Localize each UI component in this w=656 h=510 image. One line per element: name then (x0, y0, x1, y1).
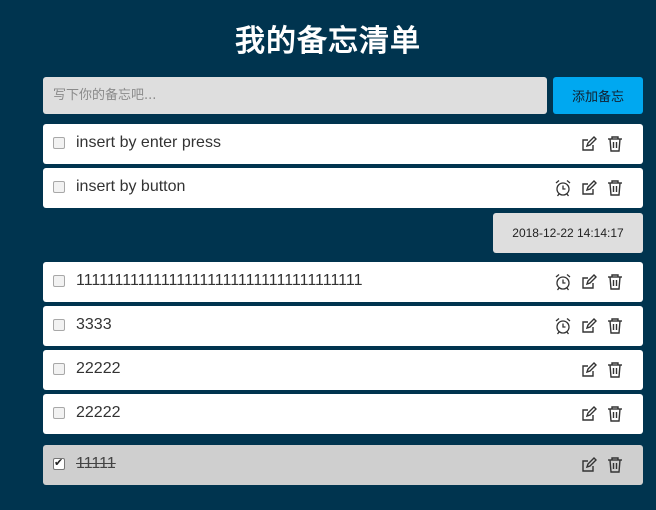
memo-text: insert by button (76, 178, 186, 195)
add-memo-button[interactable]: 添加备忘 (553, 77, 643, 114)
memo-checkbox[interactable] (53, 456, 65, 470)
edit-icon[interactable] (580, 405, 598, 423)
memo-text: 11111 (76, 455, 116, 472)
memo-text: 1111111111111111111111111111111111111 (76, 272, 363, 289)
add-memo-row: 添加备忘 (43, 77, 643, 114)
edit-icon[interactable] (580, 273, 598, 291)
memo-checkbox[interactable] (53, 137, 65, 149)
edit-icon[interactable] (580, 361, 598, 379)
page-title: 我的备忘清单 (235, 24, 421, 59)
memo-checkbox[interactable] (53, 319, 65, 331)
edit-icon[interactable] (580, 179, 598, 197)
memo-item: 3333 (43, 306, 643, 346)
trash-icon[interactable] (606, 317, 624, 335)
memo-text: 3333 (76, 316, 112, 333)
memo-item: 22222 (43, 394, 643, 434)
memo-checkbox[interactable] (53, 181, 65, 193)
memo-checkbox[interactable] (53, 407, 65, 419)
edit-icon[interactable] (580, 317, 598, 335)
alarm-clock-icon[interactable] (554, 317, 572, 335)
memo-text: 22222 (76, 404, 121, 421)
memo-text: insert by enter press (76, 134, 221, 151)
alarm-clock-icon[interactable] (554, 179, 572, 197)
trash-icon[interactable] (606, 405, 624, 423)
edit-icon[interactable] (580, 456, 598, 474)
reminder-time-badge: 2018-12-22 14:14:17 (493, 213, 643, 253)
memo-text: 22222 (76, 360, 121, 377)
alarm-clock-icon[interactable] (554, 273, 572, 291)
memo-item: 22222 (43, 350, 643, 390)
memo-input[interactable] (43, 77, 547, 114)
memo-item: 11111 (43, 445, 643, 485)
trash-icon[interactable] (606, 179, 624, 197)
edit-icon[interactable] (580, 135, 598, 153)
trash-icon[interactable] (606, 456, 624, 474)
trash-icon[interactable] (606, 273, 624, 291)
trash-icon[interactable] (606, 135, 624, 153)
memo-item: insert by button (43, 168, 643, 208)
memo-checkbox[interactable] (53, 275, 65, 287)
memo-item: 1111111111111111111111111111111111111 (43, 262, 643, 302)
trash-icon[interactable] (606, 361, 624, 379)
memo-item: insert by enter press (43, 124, 643, 164)
memo-checkbox[interactable] (53, 363, 65, 375)
